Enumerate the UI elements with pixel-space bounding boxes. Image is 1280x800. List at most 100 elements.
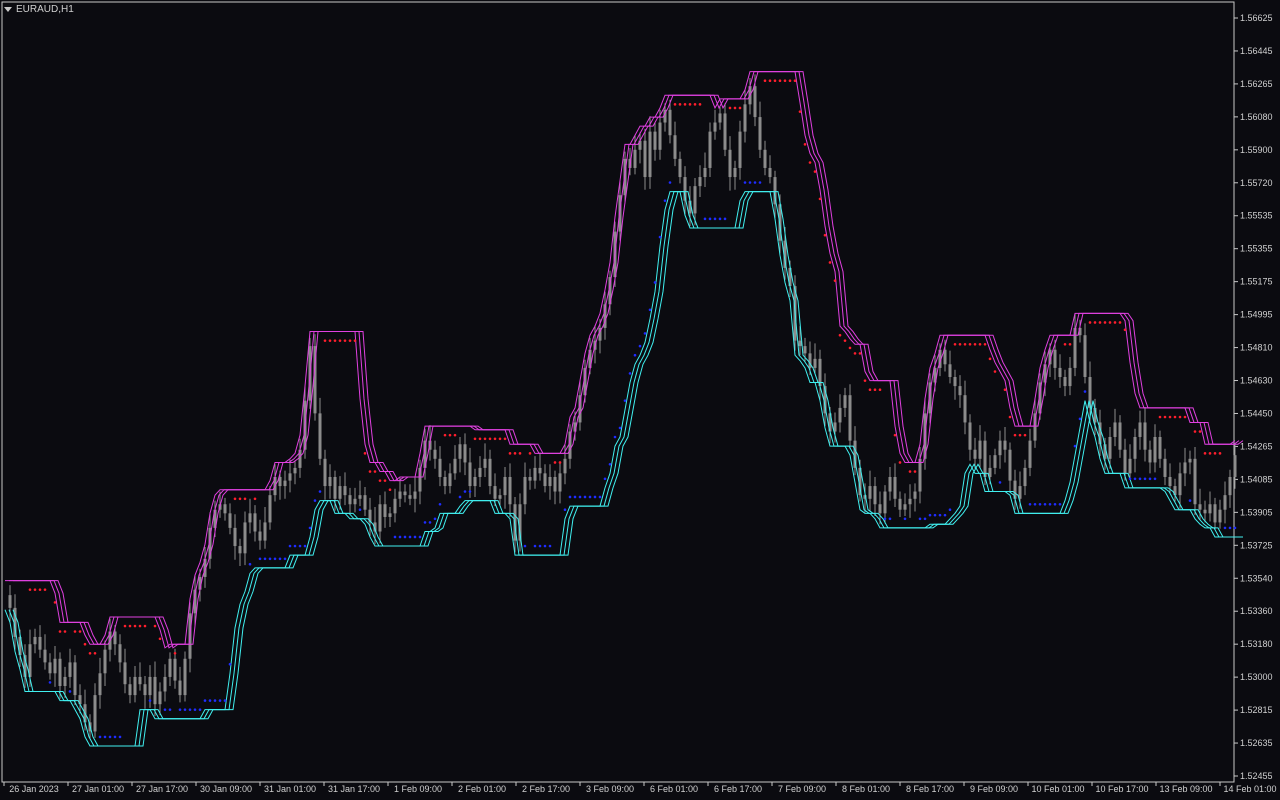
support-trail-dot [613,435,617,439]
support-trail-dot [148,699,152,702]
resistance-trail-dot [783,79,787,83]
candle-body [978,440,982,459]
resistance-trail-dot [493,437,497,441]
candle-body [173,658,177,681]
support-trail-dot [1143,477,1147,481]
price-tick-label: 1.54265 [1240,441,1273,451]
candle-body [713,122,717,132]
candle-body [73,662,77,696]
resistance-trail-dot [83,642,87,646]
support-trail-dot [103,735,107,739]
resistance-trail-dot [963,342,967,346]
candle-body [1168,476,1172,487]
candle-body [488,458,492,487]
resistance-trail-dot [673,103,677,106]
candle-body [1118,422,1122,450]
chart-canvas[interactable]: 1.56625 1.56445 1.56265 1.56080 1.55900 1.557… [0,0,1280,800]
time-tick-label: 30 Jan 09:00 [200,784,252,794]
candle-body [1218,509,1222,523]
candle-body [1003,440,1007,450]
resistance-trail-dot [728,106,732,110]
resistance-trail-dot [1123,328,1127,332]
candle-body [323,458,327,487]
price-tick-label: 1.53000 [1240,672,1273,682]
resistance-trail-dot [353,339,357,342]
candle-body [738,131,742,168]
support-trail-dot [598,495,602,499]
candle-body [963,395,967,423]
resistance-trail-dot [893,433,897,437]
candle-body [158,691,162,705]
candle-body [98,673,102,696]
price-tick-label: 1.55175 [1240,277,1273,287]
support-trail-dot [643,332,647,335]
support-trail-dot [398,535,402,539]
candle-body [523,476,527,505]
support-trail-dot [193,708,197,711]
candle-body [1108,436,1112,459]
resistance-trail-dot [143,624,147,628]
support-trail-dot [938,513,942,517]
time-tick-label: 2 Feb 17:00 [522,784,570,794]
support-trail-dot [663,199,667,202]
support-trail-dot [283,557,287,561]
resistance-trail-dot [768,79,772,83]
price-tick-label: 1.53540 [1240,573,1273,583]
candle-body [653,131,657,150]
support-trail-dot [543,544,547,548]
resistance-trail-dot [363,452,367,455]
resistance-trail-dot [828,261,832,264]
candle-body [1148,449,1152,463]
support-trail-dot [273,557,277,561]
resistance-trail-dot [853,352,857,355]
candle-body [253,513,257,532]
time-tick-label: 27 Jan 17:00 [136,784,188,794]
support-trail-dot [723,217,727,221]
resistance-trail-dot [453,433,457,437]
resistance-trail-dot [1218,452,1222,455]
support-trail-dot [48,681,52,684]
support-trail-dot [1128,477,1132,481]
resistance-trail-dot [803,143,807,146]
support-trail-dot [1058,502,1062,506]
candle-body [1198,504,1202,510]
candle-body [1023,467,1027,487]
candle-body [648,131,652,178]
resistance-trail-dot [868,388,872,392]
support-trail-dot [1038,502,1042,506]
resistance-trail-dot [1023,433,1027,437]
support-trail-dot [943,513,947,517]
candle-body [1183,462,1187,474]
dropdown-triangle-icon[interactable] [4,7,12,12]
candle-body [1058,367,1062,378]
resistance-trail-dot [343,339,347,342]
resistance-trail-dot [1198,430,1202,433]
support-trail-dot [198,708,202,711]
candle-body [263,522,267,541]
chart-window[interactable]: 1.56625 1.56445 1.56265 1.56080 1.55900 1.557… [0,0,1280,800]
support-trail-dot [998,481,1002,484]
candle-body [1138,422,1142,437]
candle-body [8,595,12,608]
candle-body [533,467,537,481]
candle-body [708,131,712,168]
price-tick-label: 1.55900 [1240,145,1273,155]
resistance-trail-dot [833,279,837,282]
candle-body [338,486,342,499]
support-trail-dot [718,217,722,221]
support-trail-dot [228,662,232,666]
candle-body [728,149,732,178]
resistance-trail-dot [78,630,82,633]
support-trail-dot [578,495,582,499]
support-trail-dot [623,399,627,402]
time-tick-label: 27 Jan 01:00 [72,784,124,794]
resistance-trail-dot [158,637,162,641]
price-tick-label: 1.53905 [1240,507,1273,517]
resistance-trail-dot [63,630,67,633]
candle-body [558,473,562,492]
candle-body [93,695,97,732]
support-trail-dot [1053,502,1057,506]
candle-body [1233,455,1237,477]
resistance-trail-dot [518,452,522,455]
resistance-trail-dot [848,346,852,350]
